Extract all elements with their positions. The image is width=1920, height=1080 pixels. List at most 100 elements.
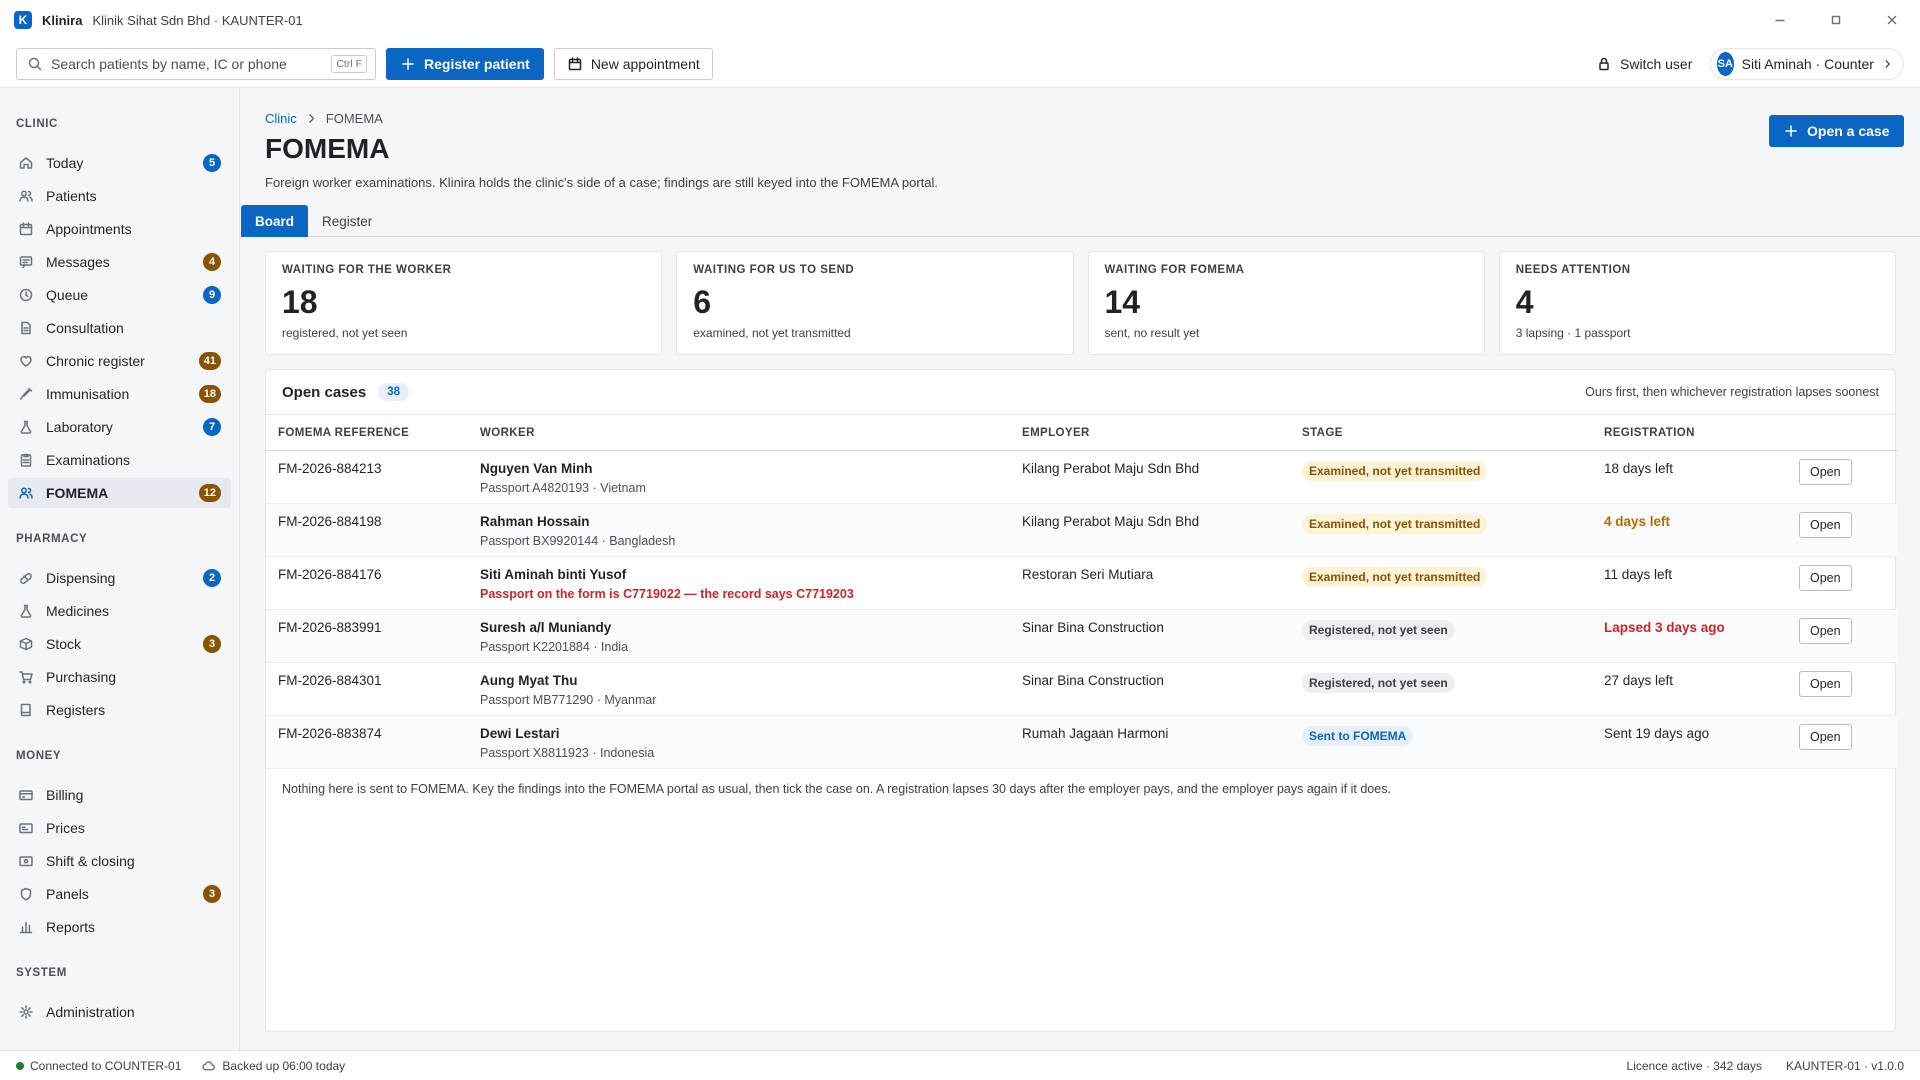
worker-name: Nguyen Van Minh: [480, 461, 593, 476]
cloud-icon: [202, 1061, 216, 1071]
registration-status: 4 days left: [1604, 514, 1671, 529]
kpi-subtext: registered, not yet seen: [282, 326, 408, 340]
search-icon: [28, 57, 42, 70]
open-case-row-button[interactable]: Open: [1799, 724, 1852, 750]
sidebar-item-purchasing[interactable]: Purchasing: [8, 662, 231, 692]
sidebar-item-panels[interactable]: Panels 3: [8, 879, 231, 909]
table-row[interactable]: FM-2026-884176 Siti Aminah binti Yusof Pas…: [266, 556, 1897, 610]
new-appointment-label: New appointment: [590, 55, 700, 72]
app-logo: K: [14, 11, 32, 29]
sidebar-item-examinations[interactable]: Examinations: [8, 445, 231, 475]
stage-badge: Registered, not yet seen: [1302, 620, 1455, 640]
worker-name: Aung Myat Thu: [480, 673, 578, 688]
box-icon: [19, 637, 33, 651]
sidebar-item-today[interactable]: Today 5: [8, 148, 231, 178]
new-appointment-button[interactable]: New appointment: [553, 47, 713, 80]
open-cases-sort-note: Ours first, then whichever registration …: [1585, 385, 1879, 399]
sidebar-item-registers[interactable]: Registers: [8, 695, 231, 725]
open-case-row-button[interactable]: Open: [1799, 618, 1852, 644]
minimize-button[interactable]: [1752, 0, 1808, 40]
tab-board[interactable]: Board: [241, 205, 309, 237]
sidebar-item-label: Consultation: [46, 320, 124, 336]
backup-status: Backed up 06:00 today: [222, 1058, 346, 1073]
sidebar-item-consultation[interactable]: Consultation: [8, 313, 231, 343]
sidebar-item-reports[interactable]: Reports: [8, 912, 231, 942]
kpi-waiting-fomema[interactable]: WAITING FOR FOMEMA 14 sent, no result ye…: [1087, 251, 1485, 355]
sidebar-item-fomema[interactable]: FOMEMA 12: [8, 478, 231, 508]
title-bar: K Klinira Klinik Sihat Sdn Bhd · KAUNTER…: [0, 0, 1920, 40]
sidebar-item-administration[interactable]: Administration: [8, 997, 231, 1027]
sidebar-item-stock[interactable]: Stock 3: [8, 629, 231, 659]
sidebar-item-shift-closing[interactable]: Shift & closing: [8, 846, 231, 876]
sidebar-item-appointments[interactable]: Appointments: [8, 214, 231, 244]
register-patient-label: Register patient: [424, 55, 530, 72]
sidebar-item-medicines[interactable]: Medicines: [8, 596, 231, 626]
nav-count-badge: 7: [203, 418, 221, 436]
heart-icon: [20, 355, 32, 367]
stage-badge: Examined, not yet transmitted: [1302, 567, 1488, 587]
book-icon: [20, 703, 31, 717]
sidebar-item-dispensing[interactable]: Dispensing 2: [8, 563, 231, 593]
fomema-reference: FM-2026-884176: [278, 567, 382, 582]
close-button[interactable]: [1864, 0, 1920, 40]
sidebar-item-billing[interactable]: Billing: [8, 780, 231, 810]
sidebar-item-label: Today: [46, 155, 84, 171]
employer-name: Kilang Perabot Maju Sdn Bhd: [1022, 514, 1200, 529]
column-header-stage[interactable]: STAGE: [1290, 414, 1592, 451]
sidebar-item-queue[interactable]: Queue 9: [8, 280, 231, 310]
column-header-registration[interactable]: REGISTRATION: [1592, 414, 1787, 451]
table-row[interactable]: FM-2026-884301 Aung Myat Thu Passport MB77…: [266, 662, 1897, 716]
document-icon: [21, 321, 31, 335]
lock-icon: [1599, 57, 1609, 71]
breadcrumb-clinic-link[interactable]: Clinic: [265, 111, 297, 126]
table-row[interactable]: FM-2026-883874 Dewi Lestari Passport X8811…: [266, 715, 1897, 769]
kpi-waiting-worker[interactable]: WAITING FOR THE WORKER 18 registered, no…: [265, 251, 663, 355]
table-row[interactable]: FM-2026-883991 Suresh a/l Muniandy Passpor…: [266, 609, 1897, 663]
switch-user-button[interactable]: Switch user: [1596, 48, 1692, 80]
register-patient-button[interactable]: Register patient: [386, 47, 544, 80]
column-header-reference[interactable]: FOMEMA REFERENCE: [266, 414, 468, 451]
sidebar-item-label: Immunisation: [46, 386, 130, 402]
sidebar-item-messages[interactable]: Messages 4: [8, 247, 231, 277]
sidebar-item-prices[interactable]: Prices: [8, 813, 231, 843]
syringe-icon: [19, 387, 33, 400]
worker-name: Suresh a/l Muniandy: [480, 620, 612, 635]
user-menu[interactable]: SA Siti Aminah · Counter: [1710, 48, 1904, 80]
column-header-worker[interactable]: WORKER: [468, 414, 1010, 451]
close-icon: [1887, 15, 1897, 25]
table-row[interactable]: FM-2026-884198 Rahman Hossain Passport BX9…: [266, 503, 1897, 557]
sidebar-item-label: Shift & closing: [46, 853, 135, 869]
sidebar-item-patients[interactable]: Patients: [8, 181, 231, 211]
status-right: Licence active · 342 days KAUNTER-01 · v…: [1627, 1051, 1904, 1080]
sidebar-item-chronic-register[interactable]: Chronic register 41: [8, 346, 231, 376]
kpi-waiting-us[interactable]: WAITING FOR US TO SEND 6 examined, not y…: [676, 251, 1074, 355]
tab-register[interactable]: Register: [308, 205, 386, 237]
sidebar-item-immunisation[interactable]: Immunisation 18: [8, 379, 231, 409]
open-case-row-button[interactable]: Open: [1799, 565, 1852, 591]
open-case-row-button[interactable]: Open: [1799, 459, 1852, 485]
nav-section-clinic: CLINIC: [16, 118, 58, 130]
cart-icon: [19, 671, 33, 684]
kpi-needs-attention[interactable]: NEEDS ATTENTION 4 3 lapsing · 1 passport: [1498, 251, 1896, 355]
sidebar-item-laboratory[interactable]: Laboratory 7: [8, 412, 231, 442]
maximize-button[interactable]: [1808, 0, 1864, 40]
column-header-employer[interactable]: EMPLOYER: [1010, 414, 1290, 451]
kpi-subtext: examined, not yet transmitted: [693, 326, 851, 340]
search-box[interactable]: Ctrl F: [16, 47, 376, 80]
search-input[interactable]: [51, 55, 332, 72]
open-case-button[interactable]: Open a case: [1769, 115, 1904, 147]
flask-icon: [20, 604, 32, 618]
page-title: FOMEMA: [265, 133, 390, 164]
chevron-right-icon: [1885, 60, 1890, 68]
table-row[interactable]: FM-2026-884213 Nguyen Van Minh Passport A4…: [266, 450, 1897, 504]
open-case-row-button[interactable]: Open: [1799, 671, 1852, 697]
nav-count-badge: 3: [203, 635, 221, 653]
nav-section-money: MONEY: [16, 750, 62, 762]
sidebar-item-label: Administration: [46, 1004, 135, 1020]
user-name: Siti Aminah · Counter: [1741, 56, 1874, 72]
worker-passport: Passport K2201884 · India: [480, 640, 629, 654]
card-icon: [19, 790, 33, 801]
sidebar-item-label: FOMEMA: [46, 485, 109, 501]
fomema-reference: FM-2026-884198: [278, 514, 382, 529]
open-case-row-button[interactable]: Open: [1799, 512, 1852, 538]
